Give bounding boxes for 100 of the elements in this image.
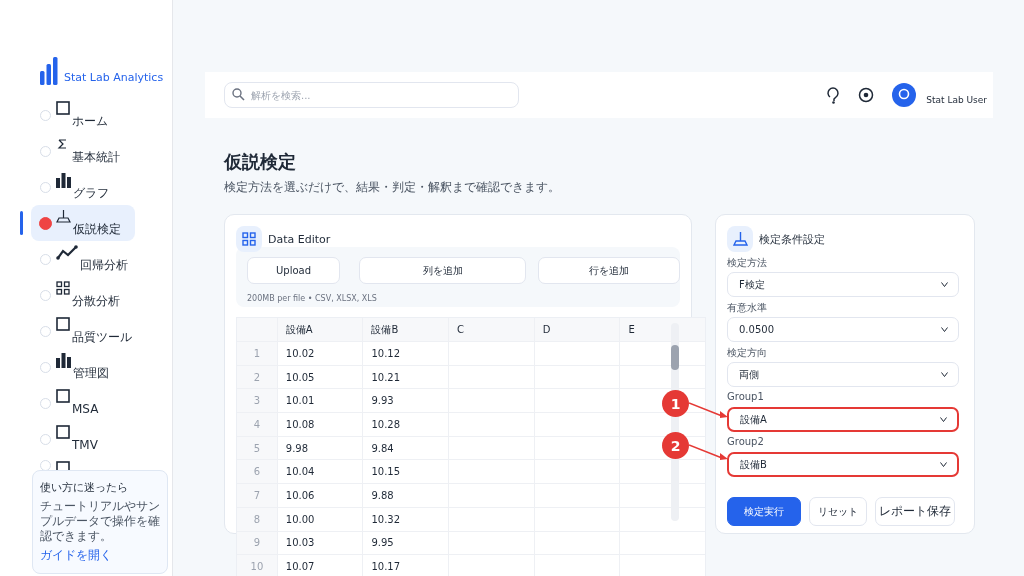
table-cell: 10.04 — [276, 460, 363, 484]
action-button[interactable]: レポート保存 — [875, 497, 955, 526]
field-label: Group2 — [727, 436, 765, 449]
grid-icon — [236, 226, 262, 252]
active-indicator — [20, 211, 23, 235]
field-label: 有意水準 — [727, 301, 768, 315]
table-cell: 10.02 — [276, 342, 363, 365]
row-number: 2 — [237, 365, 277, 389]
table-cell: 9.84 — [362, 436, 449, 460]
nav-item[interactable]: 管理図 — [31, 349, 135, 385]
table-cell: 10.01 — [276, 389, 363, 413]
bar-chart-icon — [40, 57, 58, 85]
table-cell: 9.88 — [362, 484, 449, 507]
table-cell: 9.95 — [362, 531, 449, 555]
row-number: 1 — [237, 342, 277, 365]
select-field[interactable]: 両側 — [727, 362, 959, 387]
row-number: 6 — [237, 460, 277, 484]
table-cell: 10.08 — [276, 413, 363, 436]
card-title: 検定条件設定 — [759, 231, 825, 247]
nav-item[interactable]: 回帰分析 — [31, 241, 135, 277]
radio-dot — [40, 289, 51, 301]
line-chart-icon — [56, 245, 78, 260]
column-header: 設備A — [276, 318, 363, 341]
toolbar-button[interactable]: Upload — [247, 257, 340, 284]
radio-dot — [39, 216, 52, 230]
square-icon — [56, 317, 70, 331]
nav-item[interactable]: グラフ — [31, 169, 135, 205]
table-cell: 10.28 — [362, 413, 449, 436]
radio-dot — [40, 253, 51, 265]
nav-item[interactable]: 分散分析 — [31, 277, 135, 313]
chevron-icon — [941, 282, 948, 287]
field-label: 検定方向 — [727, 346, 768, 360]
radio-dot — [40, 181, 51, 193]
bar-chart-icon — [56, 173, 71, 188]
row-number: 7 — [237, 484, 277, 507]
user-name: Stat Lab User — [926, 95, 987, 105]
radio-dot — [40, 397, 51, 409]
help-title: 使い方に迷ったら — [40, 480, 129, 495]
toolbar-button[interactable]: 列を追加 — [359, 257, 526, 284]
app-title: Stat Lab Analytics — [64, 71, 164, 84]
run-button[interactable]: 検定実行 — [727, 497, 801, 526]
radio-dot — [40, 325, 51, 337]
nav-item[interactable]: ホーム — [31, 97, 135, 133]
select-field[interactable]: 0.0500 — [727, 317, 959, 342]
field-label: 検定方法 — [727, 256, 768, 270]
select-field[interactable]: 設備A — [727, 407, 959, 432]
column-header: C — [448, 318, 534, 341]
radio-dot — [40, 145, 51, 157]
row-number: 5 — [237, 436, 277, 460]
chevron-icon — [941, 327, 948, 332]
row-number: 3 — [237, 389, 277, 413]
column-header: D — [533, 318, 620, 341]
square-icon — [56, 425, 70, 439]
bar-chart-icon — [56, 353, 71, 368]
avatar-icon[interactable] — [892, 83, 917, 107]
select-field[interactable]: 設備B — [727, 452, 959, 477]
table-cell: 10.00 — [276, 507, 363, 531]
nav-item[interactable]: 基本統計 — [31, 133, 135, 169]
nav-item[interactable]: 品質ツール — [31, 313, 135, 349]
chevron-icon — [940, 462, 947, 467]
nav-item[interactable]: MSA — [31, 385, 135, 421]
help-text: チュートリアルやサンプルデータで操作を確認できます。 — [40, 499, 161, 544]
table-cell: 10.06 — [276, 484, 363, 507]
table-cell: 9.93 — [362, 389, 449, 413]
row-number: 4 — [237, 413, 277, 436]
radio-dot — [40, 361, 51, 373]
table-cell: 10.03 — [276, 531, 363, 555]
select-field[interactable]: F検定 — [727, 272, 959, 297]
column-header: 設備B — [362, 318, 449, 341]
table-cell: 10.17 — [362, 555, 449, 576]
annotation-arrow — [689, 402, 728, 418]
table-cell: 10.21 — [362, 365, 449, 389]
guide-link[interactable]: ガイドを開く — [40, 547, 161, 564]
target-icon[interactable] — [858, 87, 875, 103]
row-number: 8 — [237, 507, 277, 531]
table-cell: 10.05 — [276, 365, 363, 389]
nav-item[interactable]: TMV — [31, 421, 135, 457]
table-cell: 10.12 — [362, 342, 449, 365]
table-cell: 9.98 — [276, 436, 363, 460]
page-title: 仮説検定 — [224, 150, 297, 174]
flask-icon — [56, 209, 71, 223]
square-icon — [56, 389, 70, 403]
toolbar-button[interactable]: 行を追加 — [538, 257, 680, 284]
search-field[interactable]: 解析を検索... — [224, 82, 519, 108]
page-subtitle: 検定方法を選ぶだけで、結果・判定・解釈まで確認できます。 — [224, 179, 561, 196]
radio-dot — [40, 433, 51, 445]
row-number: 9 — [237, 531, 277, 555]
field-label: Group1 — [727, 391, 765, 404]
table-cell: 10.32 — [362, 507, 449, 531]
chevron-icon — [941, 372, 948, 377]
table-cell: 10.07 — [276, 555, 363, 576]
upload-hint: 200MB per file • CSV, XLSX, XLS — [247, 294, 378, 303]
action-button[interactable]: リセット — [809, 497, 867, 526]
chevron-icon — [940, 417, 947, 422]
flask-icon — [727, 226, 753, 252]
square-icon — [56, 101, 70, 115]
radio-dot — [40, 109, 51, 121]
annotation-arrow — [689, 444, 728, 460]
grid-icon — [56, 281, 70, 295]
card-title: Data Editor — [268, 232, 331, 246]
